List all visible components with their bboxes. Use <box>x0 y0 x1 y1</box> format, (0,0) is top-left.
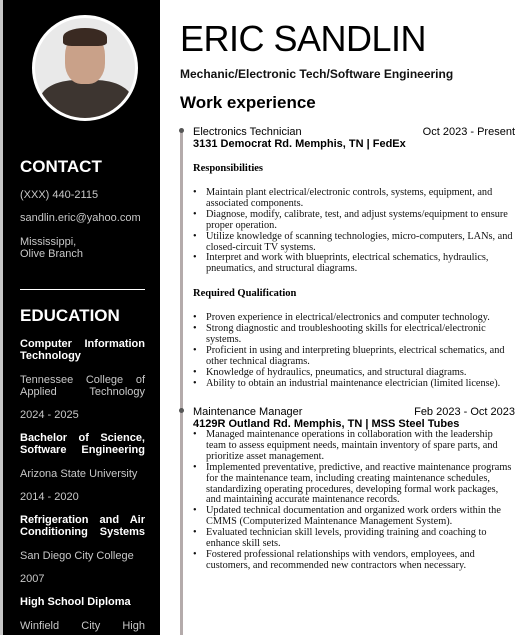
job-entry: Electronics Technician Oct 2023 - Present… <box>193 126 515 390</box>
job-dates: Oct 2023 - Present <box>422 126 515 138</box>
candidate-name: ERIC SANDLIN <box>180 18 427 59</box>
contact-heading: CONTACT <box>20 157 102 176</box>
education-years: 2007 <box>20 573 45 585</box>
phone: (XXX) 440-2115 <box>20 189 99 201</box>
qualification-heading: Required Qualification <box>193 288 297 300</box>
responsibilities-list: Maintain plant electrical/electronic con… <box>193 187 515 275</box>
list-item: Evaluated technician skill levels, provi… <box>193 527 515 550</box>
timeline-line <box>180 130 183 635</box>
job-location: 3131 Democrat Rd. Memphis, TN | FedEx <box>193 138 406 150</box>
education-title: Computer Information Technology <box>20 338 145 362</box>
list-item: Diagnose, modify, calibrate, test, and a… <box>193 209 515 232</box>
list-item: Fostered professional relationships with… <box>193 549 515 572</box>
profile-photo <box>32 15 138 121</box>
work-experience-heading: Work experience <box>180 93 316 112</box>
education-school: Tennessee College of Applied Technology <box>20 374 145 398</box>
education-title: Refrigeration and Air Conditioning Syste… <box>20 514 145 538</box>
job-entry: Maintenance Manager Feb 2023 - Oct 2023 4… <box>193 406 515 572</box>
list-item: Maintain plant electrical/electronic con… <box>193 187 515 210</box>
list-item: Managed maintenance operations in collab… <box>193 429 515 463</box>
responsibilities-heading: Responsibilities <box>193 163 264 174</box>
location-line: Mississippi, <box>20 236 77 248</box>
list-item: Implemented preventative, predictive, an… <box>193 462 515 507</box>
list-item: Strong diagnostic and troubleshooting sk… <box>193 323 515 346</box>
list-item: Utilize knowledge of scanning technologi… <box>193 231 515 254</box>
education-school: Winfield City High <box>20 620 145 632</box>
email[interactable]: sandlin.eric@yahoo.com <box>20 212 145 224</box>
education-years: 2014 - 2020 <box>20 491 79 503</box>
job-title: Maintenance Manager <box>193 406 303 418</box>
location-line: Olive Branch <box>20 248 83 260</box>
list-item: Interpret and work with blueprints, elec… <box>193 253 515 275</box>
job-title: Electronics Technician <box>193 126 302 138</box>
education-title: Bachelor of Science, Software Engineerin… <box>20 432 145 456</box>
sidebar: CONTACT (XXX) 440-2115 sandlin.eric@yaho… <box>3 0 160 635</box>
divider <box>20 289 145 290</box>
education-school: Arizona State University <box>20 468 138 480</box>
list-item: Ability to obtain an industrial maintena… <box>193 378 515 390</box>
location: Mississippi, Olive Branch <box>20 236 145 260</box>
education-school: San Diego City College <box>20 550 134 562</box>
timeline-dot-icon <box>179 408 184 413</box>
timeline-dot-icon <box>179 128 184 133</box>
qualifications-list: Proven experience in electrical/electron… <box>193 312 515 390</box>
job-dates: Feb 2023 - Oct 2023 <box>414 406 515 418</box>
candidate-subtitle: Mechanic/Electronic Tech/Software Engine… <box>180 67 454 81</box>
list-item: Updated technical documentation and orga… <box>193 505 515 528</box>
education-heading: EDUCATION <box>20 306 120 325</box>
education-title: High School Diploma <box>20 596 131 608</box>
list-item: Proficient in using and interpreting blu… <box>193 345 515 368</box>
job-bullets: Managed maintenance operations in collab… <box>193 429 515 572</box>
education-years: 2024 - 2025 <box>20 409 79 421</box>
